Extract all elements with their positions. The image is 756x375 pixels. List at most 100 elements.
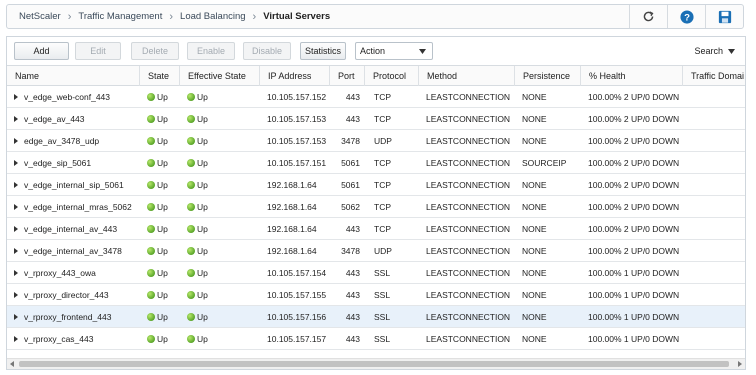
scroll-left-icon[interactable] bbox=[10, 361, 14, 367]
table-row[interactable]: v_rproxy_director_443 Up Up 10.105.157.155 4… bbox=[7, 284, 745, 306]
table-header: Name State Effective State IP Address Po… bbox=[7, 65, 745, 86]
expand-row-icon[interactable] bbox=[14, 270, 18, 276]
column-header-method[interactable]: Method bbox=[418, 66, 514, 86]
cell-port: 3478 bbox=[341, 246, 360, 256]
cell-port: 443 bbox=[345, 114, 360, 124]
cell-state: Up bbox=[147, 108, 179, 130]
status-text: Up bbox=[157, 92, 168, 102]
status-text: Up bbox=[197, 114, 208, 124]
cell-port: 443 bbox=[345, 268, 360, 278]
cell-name: v_rproxy_frontend_443 bbox=[24, 312, 112, 322]
column-header-persistence[interactable]: Persistence bbox=[514, 66, 580, 86]
edit-button[interactable]: Edit bbox=[75, 42, 121, 60]
expand-row-icon[interactable] bbox=[14, 94, 18, 100]
disable-button[interactable]: Disable bbox=[243, 42, 291, 60]
cell-name: v_edge_internal_av_3478 bbox=[24, 246, 122, 256]
search-button[interactable]: Search bbox=[694, 42, 735, 60]
column-header-effective-state[interactable]: Effective State bbox=[179, 66, 259, 86]
cell-port: 5061 bbox=[341, 180, 360, 190]
cell-method: LEASTCONNECTION bbox=[426, 246, 511, 256]
column-header-state[interactable]: State bbox=[139, 66, 179, 86]
status-up-icon bbox=[187, 291, 195, 299]
column-header-protocol[interactable]: Protocol bbox=[364, 66, 418, 86]
table-row[interactable]: v_rproxy_frontend_443 Up Up 10.105.157.156 4… bbox=[7, 306, 745, 328]
cell-name: v_edge_web-conf_443 bbox=[24, 92, 111, 102]
expand-row-icon[interactable] bbox=[14, 182, 18, 188]
expand-row-icon[interactable] bbox=[14, 226, 18, 232]
breadcrumb-traffic-management[interactable]: Traffic Management bbox=[78, 11, 162, 22]
cell-ip: 192.168.1.64 bbox=[267, 180, 317, 190]
horizontal-scrollbar[interactable] bbox=[7, 358, 745, 369]
column-header-ip-address[interactable]: IP Address bbox=[259, 66, 329, 86]
scrollbar-thumb[interactable] bbox=[19, 361, 729, 367]
status-up-icon bbox=[187, 247, 195, 255]
status-text: Up bbox=[197, 202, 208, 212]
cell-port: 443 bbox=[345, 92, 360, 102]
expand-row-icon[interactable] bbox=[14, 138, 18, 144]
cell-health: 100.00% 2 UP/0 DOWN bbox=[588, 92, 680, 102]
expand-row-icon[interactable] bbox=[14, 292, 18, 298]
table-row[interactable]: v_edge_internal_av_3478 Up Up 192.168.1.64 3… bbox=[7, 240, 745, 262]
table-row[interactable]: v_edge_internal_sip_5061 Up Up 192.168.1.64… bbox=[7, 174, 745, 196]
table-row[interactable]: v_rproxy_443_owa Up Up 10.105.157.154 443 SSL… bbox=[7, 262, 745, 284]
cell-ip: 10.105.157.153 bbox=[267, 136, 327, 146]
cell-name: v_edge_av_443 bbox=[24, 114, 85, 124]
status-up-icon bbox=[147, 115, 155, 123]
cell-state: Up bbox=[147, 306, 179, 328]
status-text: Up bbox=[157, 136, 168, 146]
action-dropdown[interactable]: Action bbox=[355, 42, 433, 60]
cell-persistence: NONE bbox=[522, 92, 547, 102]
cell-health: 100.00% 2 UP/0 DOWN bbox=[588, 136, 680, 146]
refresh-button[interactable] bbox=[629, 5, 667, 28]
cell-state: Up bbox=[147, 196, 179, 218]
status-up-icon bbox=[187, 269, 195, 277]
expand-row-icon[interactable] bbox=[14, 336, 18, 342]
table-row[interactable]: edge_av_3478_udp Up Up 10.105.157.153 3478 UD… bbox=[7, 130, 745, 152]
save-icon bbox=[718, 10, 731, 23]
enable-button[interactable]: Enable bbox=[187, 42, 235, 60]
table-row[interactable]: v_edge_sip_5061 Up Up 10.105.157.151 5061 TCP… bbox=[7, 152, 745, 174]
status-up-icon bbox=[147, 181, 155, 189]
cell-protocol: UDP bbox=[374, 246, 392, 256]
scroll-right-icon[interactable] bbox=[738, 361, 742, 367]
status-up-icon bbox=[187, 335, 195, 343]
statistics-button[interactable]: Statistics bbox=[300, 42, 346, 60]
expand-row-icon[interactable] bbox=[14, 248, 18, 254]
delete-button[interactable]: Delete bbox=[131, 42, 179, 60]
cell-effective: Up bbox=[187, 262, 257, 284]
breadcrumb-load-balancing[interactable]: Load Balancing bbox=[180, 11, 246, 22]
cell-state: Up bbox=[147, 218, 179, 240]
status-up-icon bbox=[187, 181, 195, 189]
status-up-icon bbox=[187, 137, 195, 145]
cell-protocol: TCP bbox=[374, 224, 391, 234]
expand-row-icon[interactable] bbox=[14, 160, 18, 166]
column-header-port[interactable]: Port bbox=[329, 66, 364, 86]
table-row[interactable]: v_rproxy_cas_443 Up Up 10.105.157.157 443 SSL… bbox=[7, 328, 745, 350]
cell-effective: Up bbox=[187, 152, 257, 174]
table-row[interactable]: v_edge_internal_mras_5062 Up Up 192.168.1.6… bbox=[7, 196, 745, 218]
help-button[interactable]: ? bbox=[667, 5, 705, 28]
expand-row-icon[interactable] bbox=[14, 116, 18, 122]
table-row[interactable]: v_edge_av_443 Up Up 10.105.157.153 443 TCP LEA… bbox=[7, 108, 745, 130]
cell-state: Up bbox=[147, 174, 179, 196]
cell-port: 3478 bbox=[341, 136, 360, 146]
cell-method: LEASTCONNECTION bbox=[426, 334, 511, 344]
cell-effective: Up bbox=[187, 284, 257, 306]
expand-row-icon[interactable] bbox=[14, 314, 18, 320]
action-dropdown-label: Action bbox=[360, 46, 386, 56]
cell-port: 443 bbox=[345, 334, 360, 344]
status-text: Up bbox=[157, 158, 168, 168]
table-row[interactable]: v_edge_internal_av_443 Up Up 192.168.1.64 44… bbox=[7, 218, 745, 240]
save-button[interactable] bbox=[705, 5, 743, 28]
status-text: Up bbox=[197, 334, 208, 344]
column-header-health[interactable]: % Health bbox=[580, 66, 682, 86]
column-header-traffic-domain[interactable]: Traffic Domai bbox=[682, 66, 745, 86]
expand-row-icon[interactable] bbox=[14, 204, 18, 210]
add-button[interactable]: Add bbox=[14, 42, 69, 60]
column-header-name[interactable]: Name bbox=[7, 66, 139, 86]
table-row[interactable]: v_edge_web-conf_443 Up Up 10.105.157.152 443… bbox=[7, 86, 745, 108]
page-title: Virtual Servers bbox=[263, 11, 331, 22]
breadcrumb-netscaler[interactable]: NetScaler bbox=[19, 11, 61, 22]
status-text: Up bbox=[157, 114, 168, 124]
table-body: v_edge_web-conf_443 Up Up 10.105.157.152 443… bbox=[7, 86, 745, 350]
